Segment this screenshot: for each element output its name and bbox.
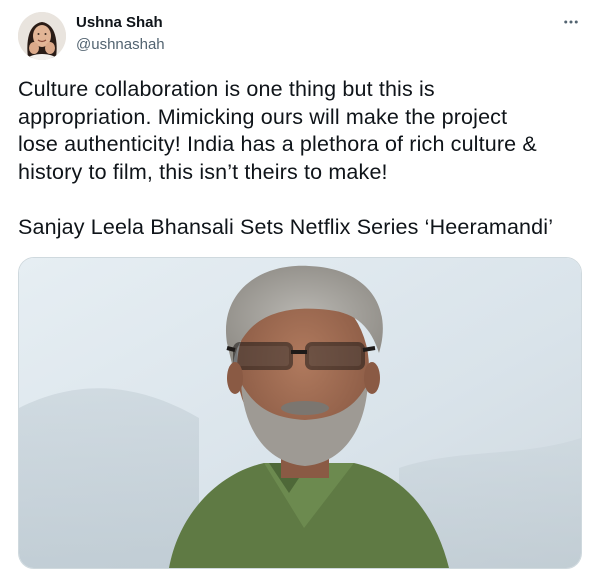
author-handle[interactable]: @ushnashah (76, 36, 165, 53)
tweet-line: history to film, this isn’t theirs to ma… (18, 159, 388, 184)
article-photo-icon (19, 258, 581, 568)
tweet-line: lose authenticity! India has a plethora … (18, 132, 537, 156)
author-avatar[interactable] (18, 12, 66, 60)
tweet-line: Culture collaboration is one thing but t… (18, 77, 435, 101)
tweet: Ushna Shah @ushnashah Culture collaborat… (0, 0, 599, 569)
author-name[interactable]: Ushna Shah (76, 14, 163, 31)
tweet-headline: Sanjay Leela Bhansali Sets Netflix Serie… (18, 214, 554, 239)
more-options-button[interactable] (559, 10, 583, 34)
profile-photo-icon (18, 12, 66, 60)
tweet-line: appropriation. Mimicking ours will make … (18, 104, 508, 129)
link-card[interactable] (18, 257, 582, 569)
more-horizontal-icon (564, 20, 578, 24)
tweet-text: Culture collaboration is one thing but t… (18, 76, 588, 241)
